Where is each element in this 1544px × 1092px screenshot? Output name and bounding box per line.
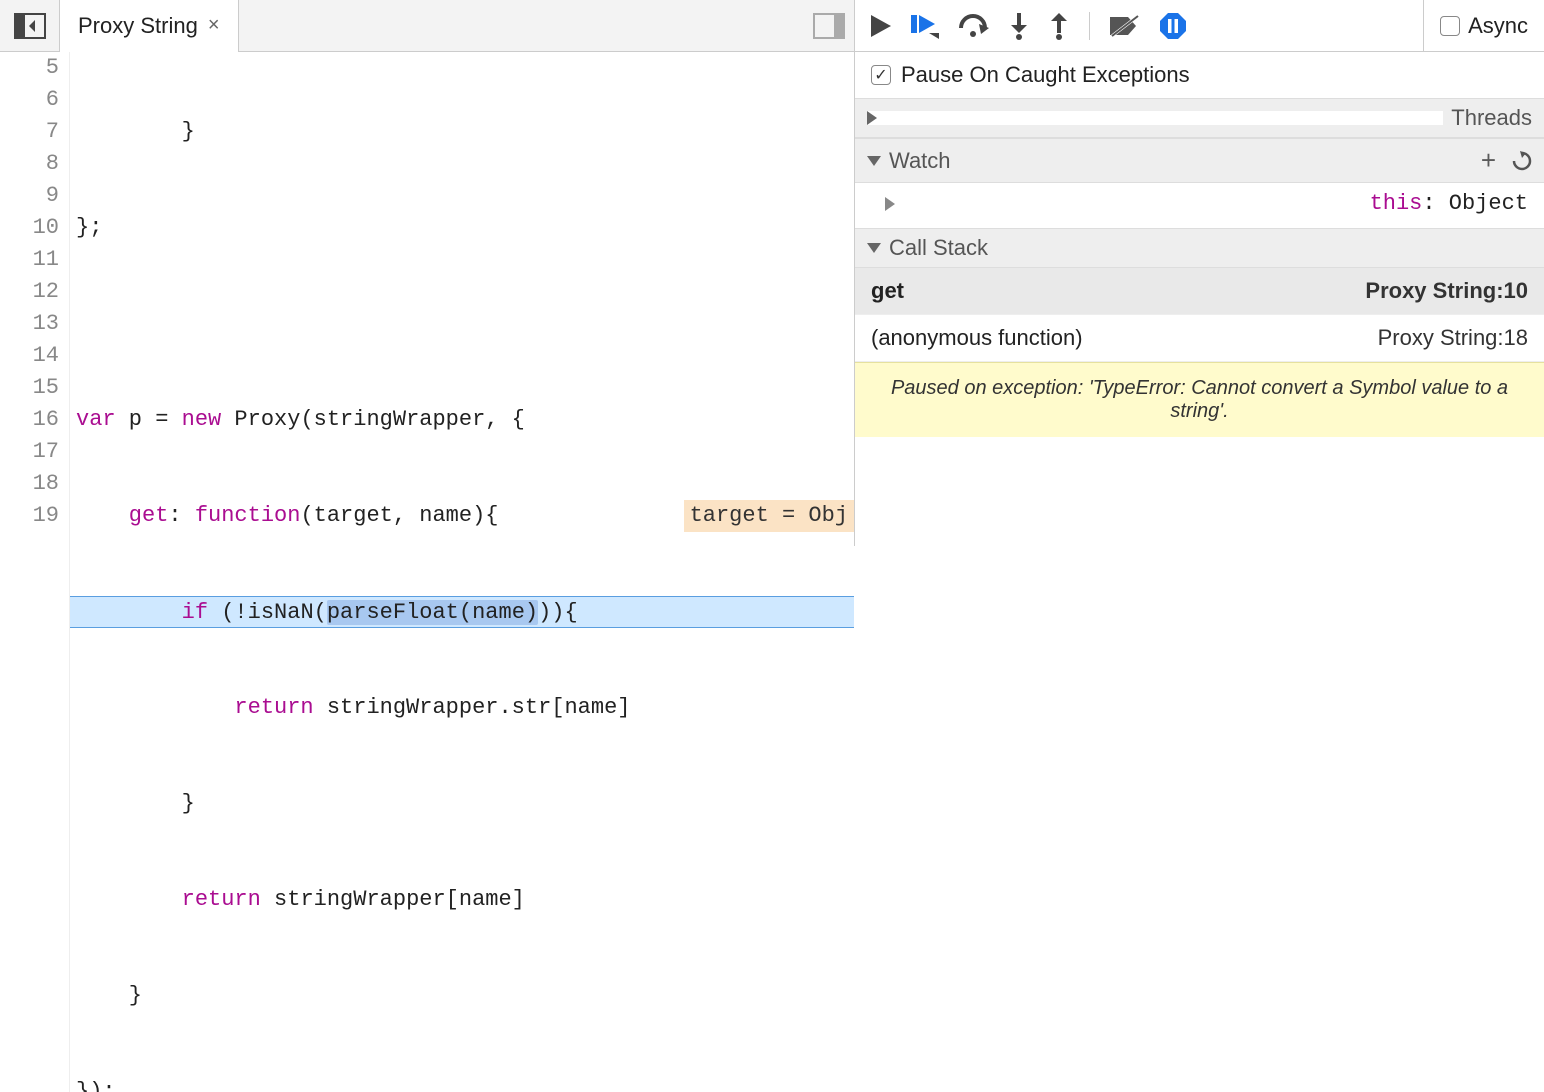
arrow-up-icon xyxy=(1049,13,1069,39)
watch-value: Object xyxy=(1449,191,1528,216)
sidebar-right-icon xyxy=(814,14,844,38)
line-number: 16 xyxy=(0,404,59,436)
code-line: }; xyxy=(70,212,854,244)
pause-on-caught-label: Pause On Caught Exceptions xyxy=(901,62,1190,88)
pause-exceptions-icon xyxy=(1160,13,1186,39)
section-title: Threads xyxy=(1451,105,1532,131)
frame-name: (anonymous function) xyxy=(871,325,1083,351)
code-line: return stringWrapper[name] xyxy=(70,884,854,916)
inline-value-hint: target = Obj xyxy=(684,500,854,532)
separator xyxy=(1089,12,1090,40)
tab-bar: Proxy String × xyxy=(0,0,854,52)
code-line: } xyxy=(70,116,854,148)
callstack-section-header[interactable]: Call Stack xyxy=(855,228,1544,268)
step-into-icon xyxy=(959,14,989,38)
section-title: Watch xyxy=(889,148,951,174)
close-icon[interactable]: × xyxy=(208,14,220,37)
line-number: 7 xyxy=(0,116,59,148)
selection: parseFloat(name) xyxy=(327,600,538,625)
threads-section-header[interactable]: Threads xyxy=(855,98,1544,138)
line-number: 17 xyxy=(0,436,59,468)
deactivate-breakpoints-button[interactable] xyxy=(1110,14,1140,38)
pause-on-caught-row[interactable]: Pause On Caught Exceptions xyxy=(855,52,1544,98)
toggle-debugger-button[interactable] xyxy=(814,0,844,52)
debugger-toolbar: Async xyxy=(855,0,1544,52)
line-number: 10 xyxy=(0,212,59,244)
line-gutter: 5 6 7 8 9 10 11 12 13 14 15 16 17 18 19 xyxy=(0,52,70,1092)
refresh-icon xyxy=(1512,151,1532,171)
async-label: Async xyxy=(1468,13,1528,39)
line-number: 11 xyxy=(0,244,59,276)
breakpoints-off-icon xyxy=(1110,14,1140,38)
chevron-right-icon xyxy=(885,197,1360,211)
debugger-pane: Async Pause On Caught Exceptions Threads… xyxy=(855,0,1544,546)
async-toggle[interactable]: Async xyxy=(1423,0,1528,51)
stack-frame[interactable]: (anonymous function) Proxy String:18 xyxy=(855,315,1544,362)
frame-location: Proxy String:10 xyxy=(1365,278,1528,304)
line-number: 14 xyxy=(0,340,59,372)
line-number: 8 xyxy=(0,148,59,180)
code-line: get: function(target, name){target = Obj xyxy=(70,500,854,532)
source-pane: Proxy String × 5 6 7 8 9 10 11 12 13 14 … xyxy=(0,0,855,546)
checkbox-icon[interactable] xyxy=(1440,16,1460,36)
line-number: 19 xyxy=(0,500,59,532)
chevron-right-icon xyxy=(867,111,1443,125)
step-into-button[interactable] xyxy=(959,14,989,38)
source-tab[interactable]: Proxy String × xyxy=(60,0,239,52)
line-number: 5 xyxy=(0,52,59,84)
current-line: if (!isNaN(parseFloat(name))){ xyxy=(70,596,854,628)
arrow-down-icon xyxy=(1009,13,1029,39)
code-line xyxy=(70,308,854,340)
stack-frame[interactable]: get Proxy String:10 xyxy=(855,268,1544,315)
sidebar-left-icon xyxy=(15,14,45,38)
play-icon xyxy=(871,15,891,37)
refresh-watch-button[interactable] xyxy=(1512,145,1532,176)
checkbox-icon[interactable] xyxy=(871,65,891,85)
code-line: return stringWrapper.str[name] xyxy=(70,692,854,724)
code-line: } xyxy=(70,788,854,820)
section-title: Call Stack xyxy=(889,235,988,261)
toggle-navigator-button[interactable] xyxy=(0,0,60,52)
frame-name: get xyxy=(871,278,904,304)
watch-key: this xyxy=(1370,191,1423,216)
resume-button[interactable] xyxy=(871,15,891,37)
watch-item[interactable]: this: Object xyxy=(855,183,1544,228)
step-over-icon xyxy=(911,13,939,39)
chevron-down-icon xyxy=(867,243,881,253)
watch-section-header[interactable]: Watch + xyxy=(855,138,1544,183)
line-number: 9 xyxy=(0,180,59,212)
line-number: 6 xyxy=(0,84,59,116)
code-line: } xyxy=(70,980,854,1012)
pause-message: Paused on exception: 'TypeError: Cannot … xyxy=(855,362,1544,437)
line-number: 15 xyxy=(0,372,59,404)
code-body[interactable]: } }; var p = new Proxy(stringWrapper, { … xyxy=(70,52,854,1092)
tab-title: Proxy String xyxy=(78,13,198,39)
chevron-down-icon xyxy=(867,156,881,166)
code-line: }); xyxy=(70,1076,854,1092)
line-number: 13 xyxy=(0,308,59,340)
frame-location: Proxy String:18 xyxy=(1378,325,1528,351)
step-out-button[interactable] xyxy=(1049,13,1069,39)
pause-on-exceptions-button[interactable] xyxy=(1160,13,1186,39)
code-line: var p = new Proxy(stringWrapper, { xyxy=(70,404,854,436)
add-watch-button[interactable]: + xyxy=(1481,145,1496,176)
step-in-button[interactable] xyxy=(1009,13,1029,39)
code-editor[interactable]: 5 6 7 8 9 10 11 12 13 14 15 16 17 18 19 … xyxy=(0,52,854,1092)
line-number: 18 xyxy=(0,468,59,500)
step-over-button[interactable] xyxy=(911,13,939,39)
line-number: 12 xyxy=(0,276,59,308)
